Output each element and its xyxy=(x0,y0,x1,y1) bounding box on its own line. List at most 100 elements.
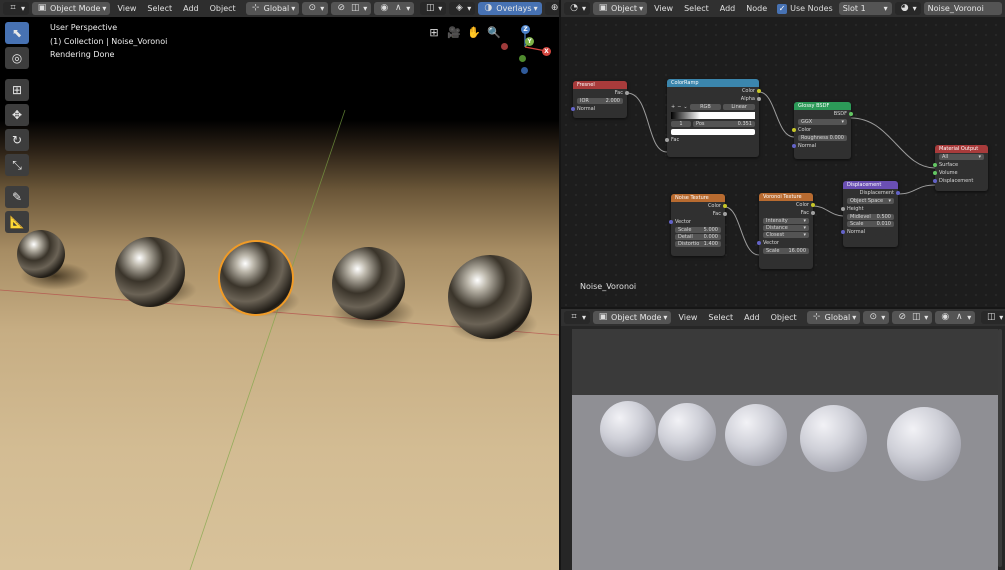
socket-icon[interactable] xyxy=(669,220,673,224)
input-vector[interactable]: Vector xyxy=(757,239,813,247)
output-fac[interactable]: Fac xyxy=(759,209,815,217)
socket-icon[interactable] xyxy=(849,112,853,116)
menu-object[interactable]: Object xyxy=(767,313,801,322)
input-color[interactable]: Color xyxy=(792,126,851,134)
socket-icon[interactable] xyxy=(841,207,845,211)
toggle-camera-icon[interactable]: ⊞ xyxy=(427,25,441,39)
gizmo-dropdown[interactable]: ◈ ▾ xyxy=(449,2,476,15)
node-voronoi-texture[interactable]: Voronoi Texture Color Fac Intensity ▾ Dis… xyxy=(757,193,815,269)
input-volume[interactable]: Volume xyxy=(933,169,988,177)
select-box-tool-icon[interactable]: ⬉ xyxy=(5,22,29,44)
editor-type-button[interactable]: ◔ ▾ xyxy=(564,2,591,15)
view-object-types-dropdown[interactable]: ◫ ▾ xyxy=(981,311,1005,324)
menu-node[interactable]: Node xyxy=(742,4,771,13)
preview-sphere[interactable] xyxy=(887,407,961,481)
menu-select[interactable]: Select xyxy=(143,4,176,13)
roughness-field[interactable]: Roughness 0.000 xyxy=(798,135,847,141)
distribution-dropdown[interactable]: GGX ▾ xyxy=(798,119,847,125)
input-vector[interactable]: Vector xyxy=(669,218,725,226)
stop-index-field[interactable]: 1 xyxy=(671,121,691,127)
scale-field[interactable]: Scale 16.000 xyxy=(763,248,809,254)
snap-dropdown[interactable]: ⊘ ◫ ▾ xyxy=(892,311,933,324)
output-bsdf[interactable]: BSDF xyxy=(794,110,853,118)
sphere-1[interactable] xyxy=(17,230,65,278)
midlevel-field[interactable]: Midlevel 0.500 xyxy=(847,214,894,220)
node-displacement[interactable]: Displacement Displacement Object Space ▾ … xyxy=(841,181,900,247)
menu-object[interactable]: Object xyxy=(206,4,240,13)
output-fac[interactable]: Fac xyxy=(573,89,629,97)
vertical-scrollbar[interactable] xyxy=(998,329,1002,567)
space-dropdown[interactable]: Object Space ▾ xyxy=(847,198,894,204)
sphere-2[interactable] xyxy=(115,237,185,307)
gizmo-neg-x-icon[interactable] xyxy=(501,43,508,50)
output-color[interactable]: Color xyxy=(759,201,815,209)
transform-tool-icon[interactable]: ⊞ xyxy=(5,79,29,101)
shading-modes[interactable]: ⊕●◐◉ xyxy=(544,2,559,15)
color-mode-dropdown[interactable]: RGB xyxy=(689,104,722,110)
socket-icon[interactable] xyxy=(757,241,761,245)
navigation-gizmo[interactable]: Z Y X xyxy=(500,22,556,78)
wireframe-shading-icon[interactable]: ⊕ xyxy=(549,3,559,15)
input-height[interactable]: Height xyxy=(841,205,898,213)
sphere-5[interactable] xyxy=(448,255,532,339)
solid-preview-viewport[interactable]: ⌗ ▾ ▣ Object Mode ▾ View Select Add Object … xyxy=(561,309,1005,570)
output-fac[interactable]: Fac xyxy=(671,210,727,218)
proportional-edit-button[interactable]: ◉ ∧ ▾ xyxy=(374,2,415,15)
detail-field[interactable]: Detail 0.000 xyxy=(675,234,721,240)
snap-dropdown[interactable]: ⊘ ◫ ▾ xyxy=(331,2,372,15)
proportional-edit-button[interactable]: ◉ ∧ ▾ xyxy=(935,311,976,324)
add-stop-icon[interactable]: + xyxy=(671,104,675,110)
node-colorramp[interactable]: ColorRamp Color Alpha + − ⌄ RGB Linear 1 P… xyxy=(665,79,761,157)
menu-view[interactable]: View xyxy=(650,4,677,13)
menu-add[interactable]: Add xyxy=(716,4,740,13)
ior-field[interactable]: IOR 2.000 xyxy=(577,98,623,104)
menu-view[interactable]: View xyxy=(674,313,701,322)
orientation-dropdown[interactable]: ⊹ Global ▾ xyxy=(806,311,861,324)
menu-select[interactable]: Select xyxy=(680,4,713,13)
stop-color-swatch[interactable] xyxy=(671,129,755,135)
preview-sphere[interactable] xyxy=(725,404,787,466)
use-nodes-checkbox[interactable]: ✓ Use Nodes xyxy=(774,3,836,14)
input-normal[interactable]: Normal xyxy=(571,105,627,113)
gizmo-neg-z-icon[interactable] xyxy=(521,67,528,74)
3d-viewport[interactable]: ⌗ ▾ ▣ Object Mode ▾ View Select Add Object … xyxy=(0,0,559,570)
annotate-tool-icon[interactable]: ✎ xyxy=(5,186,29,208)
socket-icon[interactable] xyxy=(723,212,727,216)
preview-sphere[interactable] xyxy=(800,405,867,472)
output-color[interactable]: Color xyxy=(667,87,761,95)
slot-dropdown[interactable]: Slot 1 ▾ xyxy=(838,2,892,15)
socket-icon[interactable] xyxy=(792,128,796,132)
socket-icon[interactable] xyxy=(933,179,937,183)
coloring-dropdown[interactable]: Intensity ▾ xyxy=(763,218,809,224)
socket-icon[interactable] xyxy=(757,89,761,93)
interpolation-dropdown[interactable]: Linear xyxy=(723,104,756,110)
mode-dropdown[interactable]: ▣ Object Mode ▾ xyxy=(32,2,111,15)
output-displacement[interactable]: Displacement xyxy=(843,189,900,197)
pivot-dropdown[interactable]: ⊙ ▾ xyxy=(863,311,890,324)
socket-icon[interactable] xyxy=(933,171,937,175)
socket-icon[interactable] xyxy=(625,91,629,95)
input-displacement[interactable]: Displacement xyxy=(933,177,988,185)
orientation-dropdown[interactable]: ⊹ Global ▾ xyxy=(245,2,300,15)
output-alpha[interactable]: Alpha xyxy=(667,95,761,103)
node-fresnel[interactable]: Fresnel Fac IOR 2.000 Normal xyxy=(571,81,629,118)
menu-add[interactable]: Add xyxy=(179,4,203,13)
node-noise-texture[interactable]: Noise Texture Color Fac Vector Scale 5.00… xyxy=(669,194,727,256)
input-normal[interactable]: Normal xyxy=(792,142,851,150)
pan-hand-icon[interactable]: ✋ xyxy=(467,25,481,39)
menu-view[interactable]: View xyxy=(113,4,140,13)
socket-icon[interactable] xyxy=(811,203,815,207)
socket-icon[interactable] xyxy=(757,97,761,101)
socket-icon[interactable] xyxy=(933,163,937,167)
material-browse-button[interactable]: ◕ ▾ xyxy=(894,2,921,15)
shader-node-editor[interactable]: ◔ ▾ ▣ Object ▾ View Select Add Node ✓ Use N… xyxy=(561,0,1005,307)
zoom-icon[interactable]: 🔍 xyxy=(487,25,501,39)
menu-select[interactable]: Select xyxy=(704,313,737,322)
editor-type-button[interactable]: ⌗ ▾ xyxy=(564,311,591,324)
socket-icon[interactable] xyxy=(841,230,845,234)
scale-tool-icon[interactable]: ⤡ xyxy=(5,154,29,176)
gizmo-x-icon[interactable]: X xyxy=(542,47,551,56)
preview-sphere[interactable] xyxy=(600,401,656,457)
socket-icon[interactable] xyxy=(896,191,900,195)
pivot-dropdown[interactable]: ⊙ ▾ xyxy=(302,2,329,15)
